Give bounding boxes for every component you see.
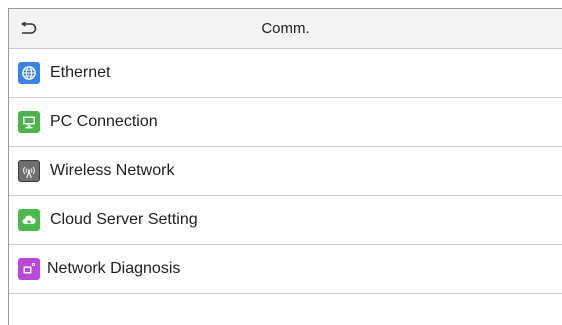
menu-item-label: PC Connection bbox=[50, 113, 158, 130]
menu-item-label: Cloud Server Setting bbox=[50, 211, 198, 228]
empty-list-area bbox=[9, 294, 562, 325]
menu-item-network-diagnosis[interactable]: Network Diagnosis bbox=[9, 245, 562, 294]
network-diagnosis-icon bbox=[18, 258, 40, 280]
menu-item-label: Network Diagnosis bbox=[47, 260, 181, 277]
globe-icon bbox=[18, 62, 40, 84]
title-bar: Comm. bbox=[9, 9, 562, 49]
comm-screen: Comm. Ethernet PC Connection Wireless Ne… bbox=[8, 8, 562, 325]
monitor-icon bbox=[18, 111, 40, 133]
cloud-icon bbox=[18, 209, 40, 231]
menu-item-label: Ethernet bbox=[50, 64, 111, 81]
page-title: Comm. bbox=[261, 20, 310, 37]
menu-item-cloud-server-setting[interactable]: Cloud Server Setting bbox=[9, 196, 562, 245]
menu-item-label: Wireless Network bbox=[50, 162, 175, 179]
menu-item-wireless-network[interactable]: Wireless Network bbox=[9, 147, 562, 196]
menu-item-pc-connection[interactable]: PC Connection bbox=[9, 98, 562, 147]
wifi-tower-icon bbox=[18, 160, 40, 182]
menu-item-ethernet[interactable]: Ethernet bbox=[9, 49, 562, 98]
